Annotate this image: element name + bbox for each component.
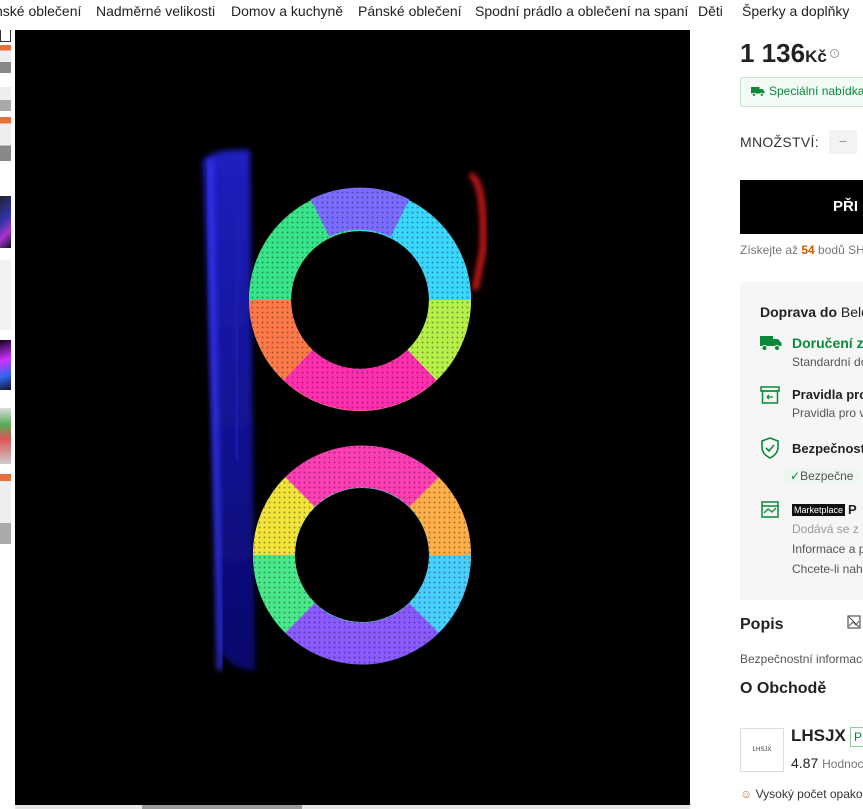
- return-box-icon: [760, 386, 780, 404]
- person-icon: ☺: [740, 787, 753, 801]
- marketplace-sub-3: Chcete-li nah: [792, 562, 863, 576]
- shipping-title: Doprava do: [760, 304, 838, 320]
- points-prefix: Získejte až: [740, 243, 802, 257]
- special-offer-banner[interactable]: Speciální nabídka: [740, 77, 863, 107]
- image-scrollbar-thumb[interactable]: [142, 805, 302, 809]
- nav-cat-mens[interactable]: Pánské oblečení: [358, 3, 462, 19]
- shipping-destination[interactable]: Doprava do Belo: [760, 304, 863, 320]
- speaker-led-image: [15, 30, 690, 805]
- store-tag: P: [850, 727, 863, 747]
- shipping-country: Belo: [840, 304, 863, 320]
- nav-cat-plus-size[interactable]: Nadměrné velikosti: [96, 3, 215, 19]
- returns-head[interactable]: Pravidla pro: [792, 387, 863, 402]
- truck-icon: [751, 87, 765, 97]
- special-offer-text: Speciální nabídka: [769, 84, 863, 98]
- price-currency: Kč: [805, 47, 827, 66]
- thumbnail[interactable]: [0, 196, 11, 248]
- safety-info-link[interactable]: Bezpečnostní informace: [740, 652, 863, 666]
- price: 1 136Kč i: [740, 38, 839, 69]
- delivery-head[interactable]: Doručení z: [792, 335, 863, 351]
- security-sub: ✓Bezpečne: [784, 468, 860, 484]
- nav-cat-womens[interactable]: nské oblečení: [0, 3, 81, 19]
- repeat-text: Vysoký počet opako: [755, 787, 863, 801]
- truck-icon: [760, 336, 782, 351]
- info-icon[interactable]: i: [829, 49, 839, 58]
- marketplace-sub-2: Informace a p: [792, 542, 863, 556]
- points-value: 54: [801, 243, 815, 257]
- delivery-sub: Standardní do: [792, 355, 863, 369]
- marketplace-sub-1: Dodává se z S: [792, 522, 863, 536]
- marketplace-head[interactable]: Marketplace P: [792, 502, 857, 517]
- quantity-decrease-button[interactable]: −: [829, 130, 857, 154]
- thumbnail-strip: [0, 30, 11, 809]
- returns-sub: Pravidla pro v: [792, 406, 863, 420]
- price-value: 1 136: [740, 38, 806, 68]
- thumbnail[interactable]: [0, 260, 11, 330]
- product-main-image[interactable]: [15, 30, 690, 805]
- quantity-label: MNOŽSTVÍ:: [740, 134, 819, 150]
- rating-value: 4.87: [791, 755, 819, 771]
- nav-cat-home-kitchen[interactable]: Domov a kuchyně: [231, 3, 343, 19]
- shield-check-icon: [761, 437, 779, 459]
- image-search-icon[interactable]: [847, 615, 861, 629]
- product-info-panel: 1 136Kč i Speciální nabídka MNOŽSTVÍ: − P…: [690, 30, 863, 809]
- thumbnail[interactable]: [0, 474, 11, 544]
- shipping-box: Doprava do Belo Doručení z Standardní do…: [740, 282, 863, 600]
- marketplace-head-text: P: [848, 502, 857, 517]
- security-sub-text: Bezpečne: [800, 469, 854, 483]
- check-icon: ✓: [790, 469, 801, 483]
- repeat-customers-text: ☺ Vysoký počet opako: [740, 787, 863, 801]
- thumbnail[interactable]: [0, 117, 11, 161]
- security-head[interactable]: Bezpečnost: [792, 441, 863, 456]
- store-icon: [761, 501, 779, 518]
- store-logo[interactable]: LHSJX: [740, 728, 784, 772]
- nav-cat-jewelry[interactable]: Šperky a doplňky: [742, 3, 849, 19]
- thumbnail[interactable]: [0, 45, 11, 73]
- store-section-title: O Obchodě: [740, 680, 827, 697]
- nav-cat-kids[interactable]: Děti: [698, 3, 723, 19]
- nav-cat-underwear[interactable]: Spodní prádlo a oblečení na spaní: [475, 3, 688, 19]
- marketplace-badge: Marketplace: [792, 504, 846, 516]
- thumbnail[interactable]: [0, 340, 11, 390]
- thumbnail[interactable]: [0, 30, 11, 42]
- add-to-cart-button[interactable]: PŘI: [740, 180, 863, 234]
- store-rating: 4.87 Hodnoc: [791, 755, 863, 771]
- points-suffix: bodů SH: [814, 243, 863, 257]
- rating-label: Hodnoc: [822, 757, 863, 771]
- store-name[interactable]: LHSJX: [791, 726, 846, 746]
- thumbnail[interactable]: [0, 408, 11, 464]
- thumbnail[interactable]: [0, 87, 11, 111]
- image-scrollbar-track[interactable]: [15, 805, 690, 809]
- description-title: Popis: [740, 616, 784, 633]
- category-nav: nské oblečení Nadměrné velikosti Domov a…: [0, 0, 863, 30]
- reward-points-text: Získejte až 54 bodů SH: [740, 243, 863, 257]
